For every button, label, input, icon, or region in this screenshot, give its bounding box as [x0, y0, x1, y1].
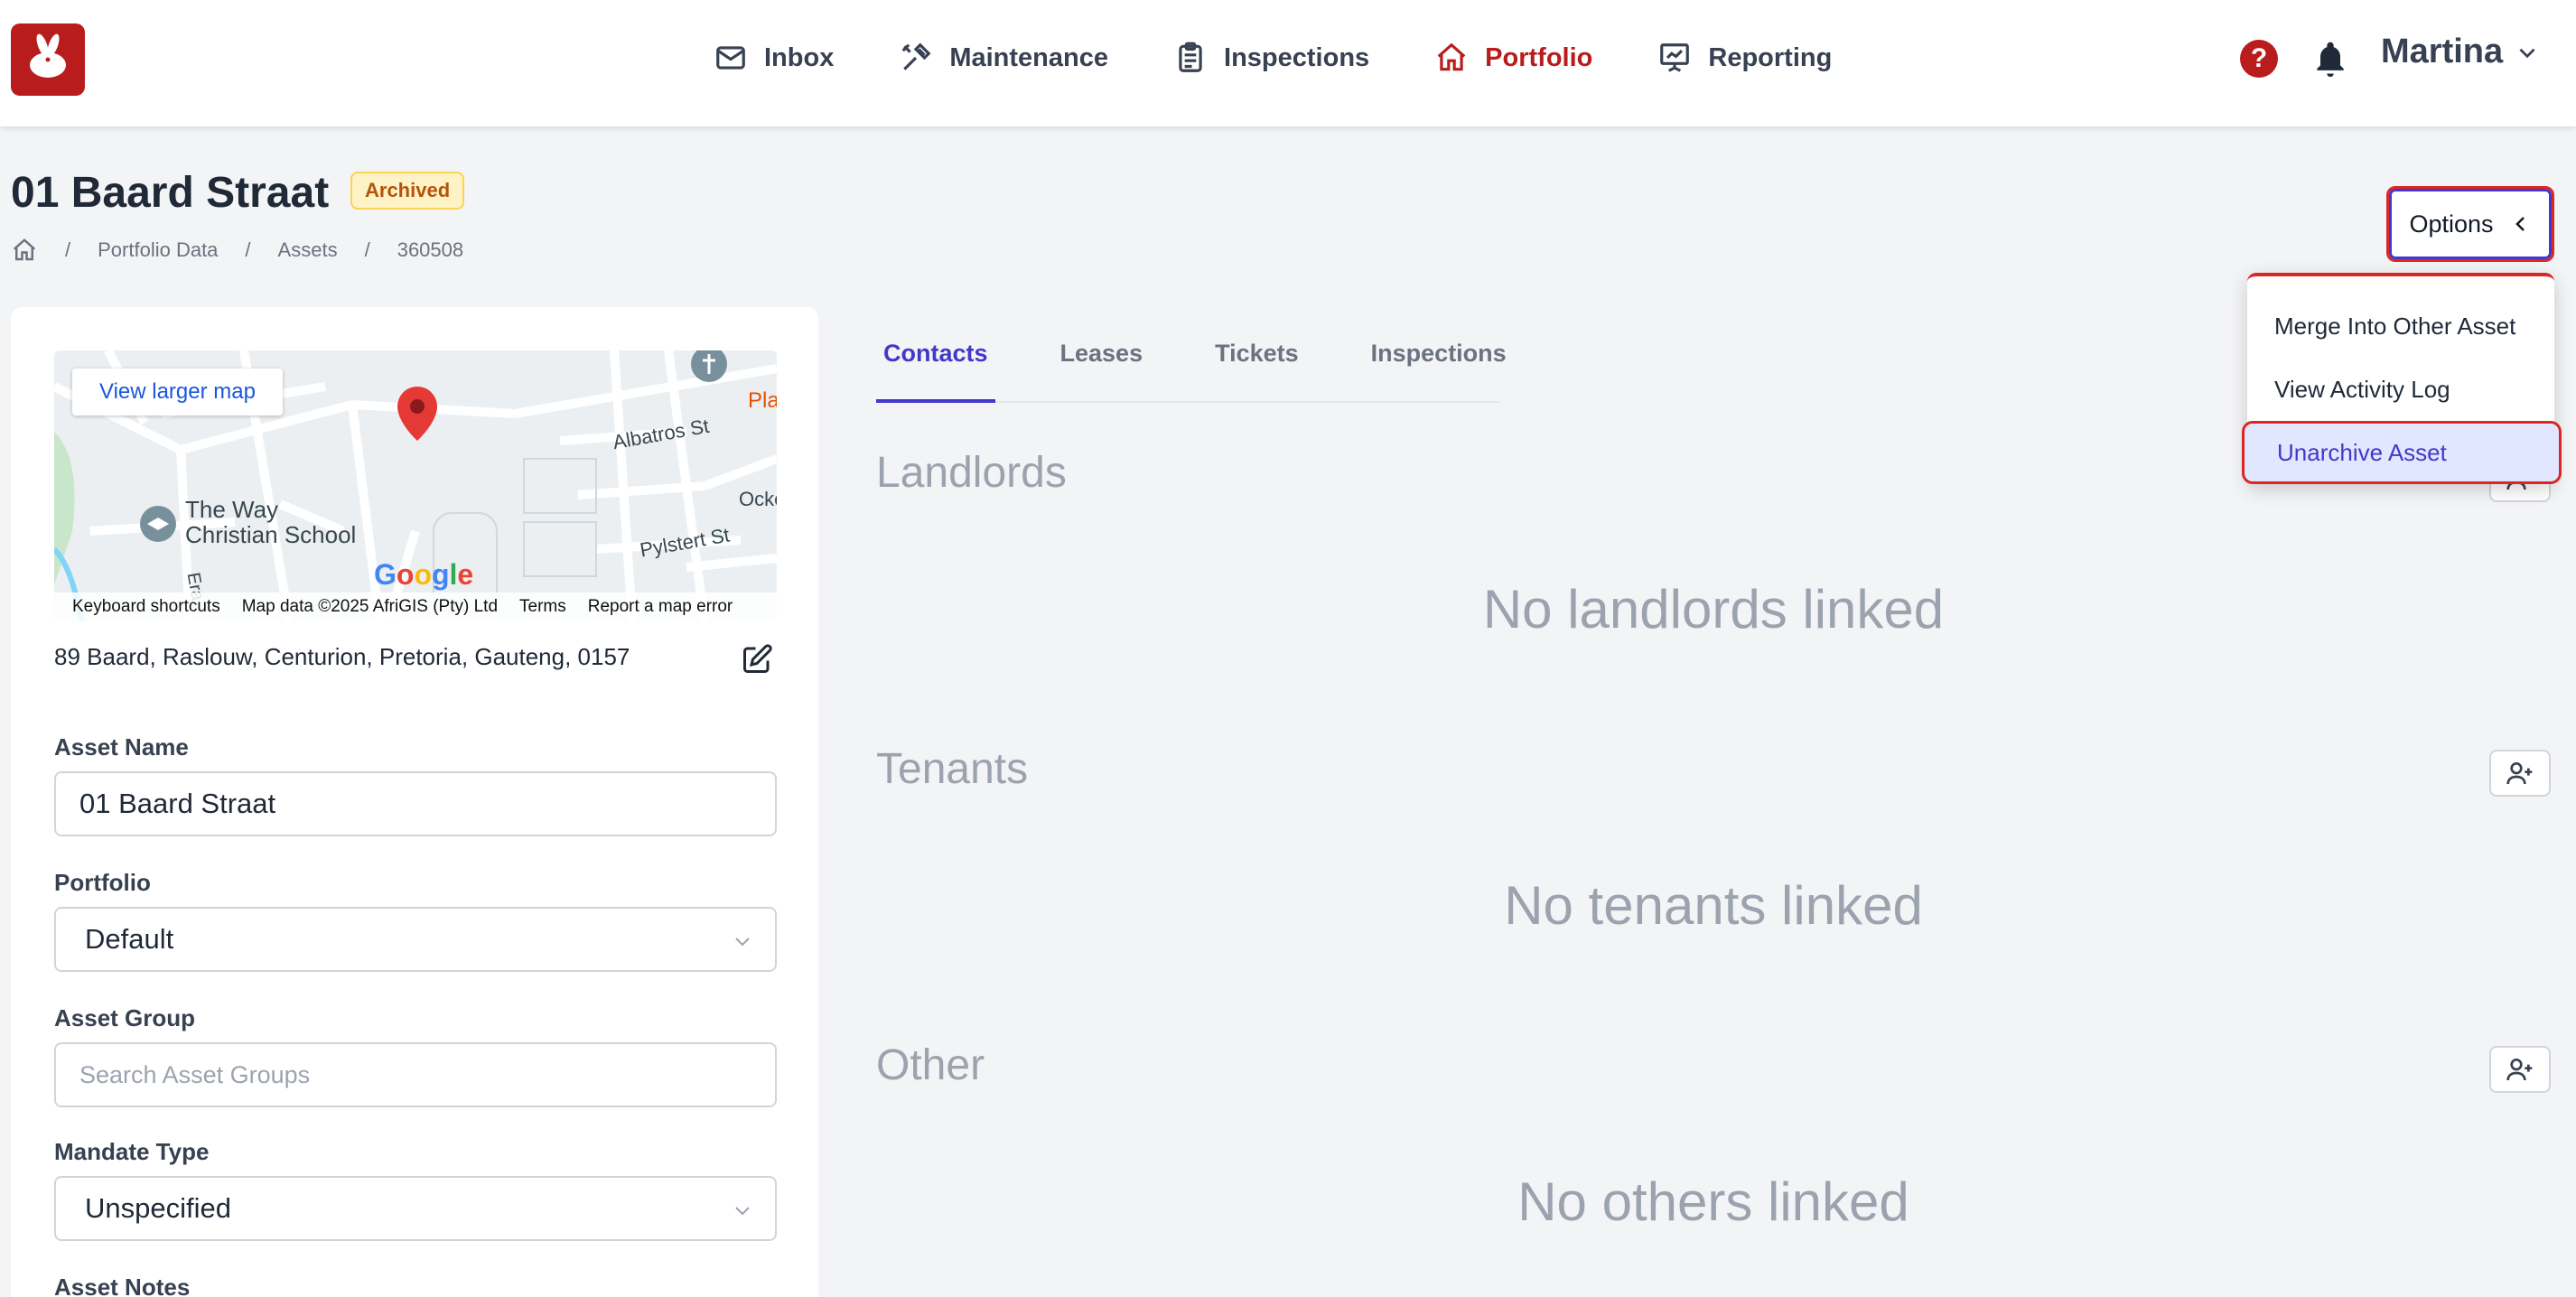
asset-group-search-input[interactable]: Search Asset Groups — [54, 1042, 777, 1107]
asset-notes-label: Asset Notes — [54, 1274, 191, 1297]
page-title: 01 Baard Straat — [11, 169, 330, 217]
breadcrumb-assets[interactable]: Assets — [278, 238, 338, 262]
google-logo: Google — [374, 558, 474, 591]
home-icon[interactable] — [11, 237, 38, 264]
tab-contacts[interactable]: Contacts — [876, 331, 995, 403]
edit-icon[interactable] — [741, 643, 773, 676]
asset-map[interactable]: View larger map The Way Christian School… — [54, 350, 777, 621]
asset-tabs: Contacts Leases Tickets Inspections — [876, 331, 1507, 403]
tab-tickets[interactable]: Tickets — [1208, 331, 1306, 403]
view-activity-log-item[interactable]: View Activity Log — [2247, 358, 2554, 421]
asset-address: 89 Baard, Raslouw, Centurion, Pretoria, … — [54, 643, 630, 670]
portfolio-value: Default — [85, 923, 174, 955]
add-other-contact-button[interactable] — [2489, 1046, 2551, 1093]
nav-portfolio[interactable]: Portfolio — [1434, 41, 1592, 75]
nav-reporting[interactable]: Reporting — [1657, 41, 1832, 75]
map-footer: Keyboard shortcuts Map data ©2025 AfriGI… — [54, 593, 777, 621]
breadcrumb: / Portfolio Data / Assets / 360508 — [11, 237, 463, 264]
add-user-icon — [2506, 762, 2533, 785]
rabbit-logo-icon — [30, 33, 66, 78]
merge-into-other-asset-item[interactable]: Merge Into Other Asset — [2247, 294, 2554, 358]
chevron-left-icon — [2515, 217, 2525, 231]
other-section-title: Other — [876, 1041, 985, 1089]
map-label-place: Pla — [748, 388, 777, 413]
keyboard-shortcuts-link[interactable]: Keyboard shortcuts — [72, 597, 220, 617]
nav-inspections[interactable]: Inspections — [1173, 41, 1369, 75]
options-dropdown-menu: Merge Into Other Asset View Activity Log… — [2242, 273, 2562, 484]
main-nav: Inbox Maintenance Inspections Portfolio … — [714, 36, 1897, 79]
map-label-street: Ocke — [739, 488, 777, 510]
status-badge: Archived — [350, 172, 465, 210]
mandate-type-value: Unspecified — [85, 1192, 231, 1224]
mandate-type-select[interactable]: Unspecified — [54, 1176, 777, 1241]
portfolio-select[interactable]: Default — [54, 907, 777, 972]
nav-inbox-label: Inbox — [764, 42, 835, 72]
asset-name-input[interactable]: 01 Baard Straat — [54, 771, 777, 836]
chevron-down-icon — [735, 1207, 750, 1216]
nav-inspections-label: Inspections — [1224, 42, 1370, 72]
bell-icon[interactable] — [2310, 38, 2350, 79]
clipboard-icon — [1179, 42, 1202, 72]
nav-portfolio-label: Portfolio — [1485, 42, 1593, 72]
nav-reporting-label: Reporting — [1708, 42, 1833, 72]
presentation-chart-icon — [1660, 43, 1690, 72]
nav-inbox[interactable]: Inbox — [714, 41, 834, 75]
add-tenant-button[interactable] — [2489, 750, 2551, 797]
breadcrumb-asset-id: 360508 — [397, 238, 464, 261]
logo[interactable] — [11, 23, 85, 96]
nav-maintenance[interactable]: Maintenance — [899, 41, 1108, 75]
breadcrumb-separator: / — [364, 238, 370, 261]
tools-icon — [901, 42, 931, 70]
portfolio-label: Portfolio — [54, 869, 151, 896]
tenants-empty-message: No tenants linked — [1504, 875, 1923, 936]
breadcrumb-separator: / — [65, 238, 71, 261]
map-label-school: The Way Christian School — [185, 496, 357, 548]
envelope-icon — [716, 46, 745, 70]
asset-name-label: Asset Name — [54, 733, 189, 760]
breadcrumb-separator: / — [245, 238, 251, 261]
chevron-down-icon — [2519, 48, 2535, 58]
nav-maintenance-label: Maintenance — [949, 42, 1109, 72]
home-icon — [1437, 42, 1466, 71]
landlords-section-title: Landlords — [876, 449, 1067, 497]
unarchive-asset-item[interactable]: Unarchive Asset — [2242, 421, 2562, 484]
view-larger-map-link[interactable]: View larger map — [72, 369, 283, 415]
help-icon[interactable]: ? — [2240, 40, 2278, 78]
add-user-icon — [2506, 1059, 2533, 1081]
options-button[interactable]: Options — [2386, 186, 2554, 262]
landlords-empty-message: No landlords linked — [1482, 579, 1945, 639]
map-data-attribution: Map data ©2025 AfriGIS (Pty) Ltd — [241, 597, 499, 616]
tab-leases[interactable]: Leases — [1053, 331, 1151, 403]
report-map-error-link[interactable]: Report a map error — [588, 597, 733, 617]
user-name: Martina — [2381, 33, 2504, 70]
others-empty-message: No others linked — [1517, 1171, 1909, 1232]
user-menu[interactable]: Martina — [2381, 33, 2539, 71]
tenants-section-title: Tenants — [876, 745, 1029, 793]
tab-inspections[interactable]: Inspections — [1364, 331, 1514, 403]
breadcrumb-portfolio-data[interactable]: Portfolio Data — [98, 238, 218, 262]
asset-details-card: View larger map The Way Christian School… — [11, 307, 818, 1297]
mandate-type-label: Mandate Type — [54, 1138, 210, 1165]
chevron-down-icon — [735, 938, 750, 947]
terms-link[interactable]: Terms — [519, 597, 566, 617]
asset-group-label: Asset Group — [54, 1004, 196, 1031]
top-navigation-bar: Inbox Maintenance Inspections Portfolio … — [0, 0, 2576, 126]
options-label: Options — [2409, 210, 2494, 238]
